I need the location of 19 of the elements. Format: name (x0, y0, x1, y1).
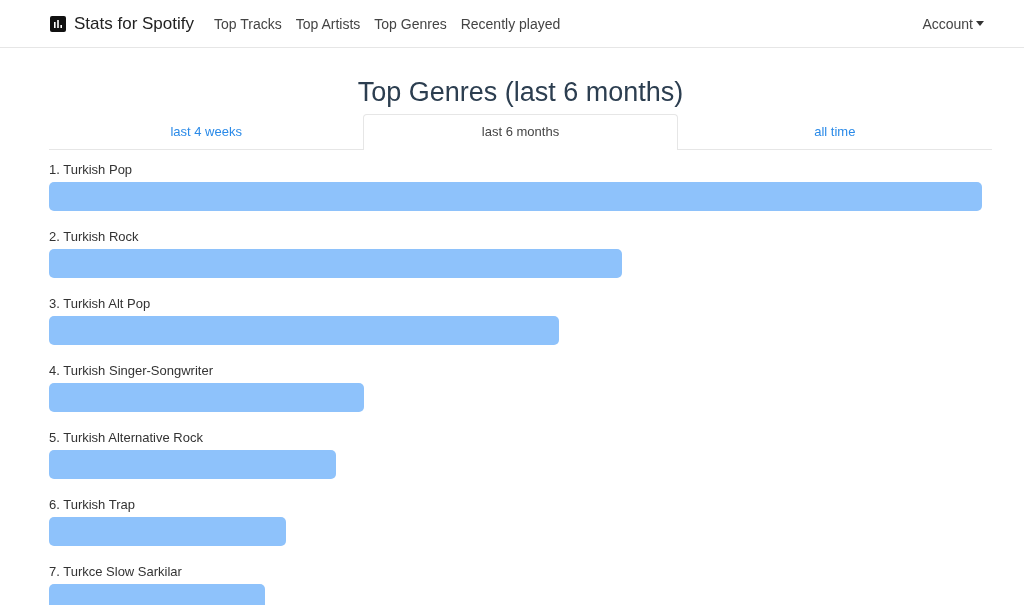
bar-chart-icon[interactable] (50, 15, 66, 32)
nav-link[interactable]: Top Artists (295, 15, 361, 32)
genre-label: 4. Turkish Singer-Songwriter (49, 363, 214, 378)
period-tab[interactable]: last 6 months (363, 114, 678, 150)
caret-icon (976, 21, 984, 26)
genre-label: 5. Turkish Alternative Rock (49, 430, 204, 445)
account-dropdown[interactable]: Account (922, 15, 984, 32)
nav-link[interactable]: Top Tracks (214, 15, 282, 32)
genre-label: 6. Turkish Trap (49, 497, 136, 512)
nav-link[interactable]: Top Genres (374, 15, 447, 32)
period-tab[interactable]: last 4 weeks (49, 114, 364, 150)
genre-label: 1. Turkish Pop (49, 162, 134, 177)
genre-label: 7. Turkce Slow Sarkilar (49, 564, 183, 579)
genre-label: 3. Turkish Alt Pop (49, 296, 152, 311)
page-title: Top Genres (last 6 months) (356, 77, 685, 108)
brand-link[interactable]: Stats for Spotify (74, 13, 194, 34)
genre-label: 2. Turkish Rock (49, 229, 140, 244)
nav-link[interactable]: Recently played (460, 15, 561, 32)
period-tab[interactable]: all time (677, 114, 992, 150)
